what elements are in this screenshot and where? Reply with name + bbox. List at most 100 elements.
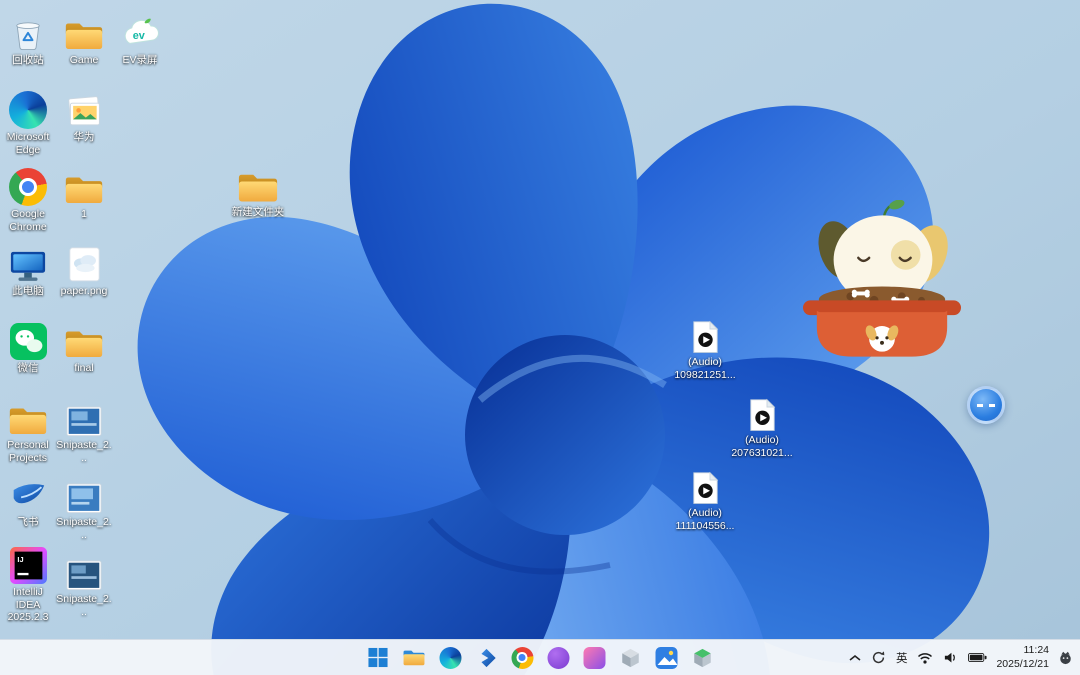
icon-label: Snipaste_2... xyxy=(56,439,112,464)
desktop-icon-snipaste-2[interactable]: Snipaste_2... xyxy=(56,470,112,547)
start-button[interactable] xyxy=(365,644,392,671)
icon-label: (Audio) 109821251... xyxy=(672,356,738,381)
taskbar-file-explorer-button[interactable] xyxy=(401,644,428,671)
folder-icon xyxy=(64,316,104,360)
image-file-icon xyxy=(68,239,101,283)
desktop-icon-this-pc[interactable]: 此电脑 xyxy=(0,239,56,316)
dog-feeding-pet-widget[interactable] xyxy=(803,200,961,379)
recycle-bin-icon xyxy=(10,8,46,52)
wechat-icon xyxy=(10,316,47,360)
folder-icon xyxy=(64,162,104,206)
audio-file-icon xyxy=(692,461,719,505)
battery-icon[interactable] xyxy=(967,652,988,663)
ev-logo-text: ev xyxy=(133,30,146,42)
wifi-icon[interactable] xyxy=(916,651,934,665)
folder-icon xyxy=(8,393,48,437)
desktop-icon-new-folder[interactable]: 新建文件夹 xyxy=(222,160,294,219)
audio-file-icon xyxy=(749,388,776,432)
edge-icon xyxy=(9,85,47,129)
clock-time: 11:24 xyxy=(996,644,1049,658)
icon-label: final xyxy=(74,362,93,375)
windows-logo-icon xyxy=(368,647,389,668)
purple-app-icon xyxy=(547,647,569,669)
icon-label: EV录屏 xyxy=(122,54,157,67)
gradient-app-icon xyxy=(583,647,605,669)
ev-recorder-icon: ev xyxy=(120,8,160,52)
icon-label: IntelliJ IDEA 2025.2.3 xyxy=(0,586,56,624)
green-cube-icon xyxy=(691,647,713,669)
desktop[interactable]: 回收站 Microsoft Edge Google Chrome 此电脑 微信 xyxy=(0,0,1080,675)
taskbar-purple-app-button[interactable] xyxy=(545,644,572,671)
this-pc-icon xyxy=(9,239,47,283)
desktop-icon-game-folder[interactable]: Game xyxy=(56,8,112,85)
desktop-icon-recycle-bin[interactable]: 回收站 xyxy=(0,8,56,85)
icon-label: 此电脑 xyxy=(12,285,44,298)
icon-label: (Audio) 111104556... xyxy=(672,507,738,532)
taskbar-blue-arrow-app-button[interactable] xyxy=(473,644,500,671)
icon-label: Personal Projects xyxy=(0,439,56,464)
icon-label: Snipaste_2... xyxy=(56,593,112,618)
tray-sync-icon[interactable] xyxy=(870,649,887,666)
volume-icon[interactable] xyxy=(942,651,959,664)
desktop-icon-snipaste-1[interactable]: Snipaste_2... xyxy=(56,393,112,470)
desktop-icon-final-folder[interactable]: final xyxy=(56,316,112,393)
system-tray: 英 11:24 2025/12/21 xyxy=(848,640,1074,675)
audio-file-icon xyxy=(692,310,719,354)
chrome-icon xyxy=(511,647,533,669)
ime-indicator[interactable]: 英 xyxy=(895,649,909,667)
desktop-icon-google-chrome[interactable]: Google Chrome xyxy=(0,162,56,239)
desktop-icon-microsoft-edge[interactable]: Microsoft Edge xyxy=(0,85,56,162)
icon-label: paper.png xyxy=(61,285,108,298)
icon-label: 微信 xyxy=(18,362,39,375)
taskbar-gray-cube-app-button[interactable] xyxy=(617,644,644,671)
taskbar-green-cube-app-button[interactable] xyxy=(689,644,716,671)
photos-app-icon xyxy=(655,647,677,669)
folder-icon xyxy=(64,8,104,52)
icon-label: Microsoft Edge xyxy=(0,131,56,156)
icon-label: (Audio) 207631021... xyxy=(729,434,795,459)
desktop-icon-column-1: 回收站 Microsoft Edge Google Chrome 此电脑 微信 xyxy=(0,8,56,624)
desktop-icon-folder-1[interactable]: 1 xyxy=(56,162,112,239)
desktop-icon-column-2: Game 华为 1 paper.png final xyxy=(56,8,112,624)
desktop-icon-personal-projects[interactable]: Personal Projects xyxy=(0,393,56,470)
gray-cube-icon xyxy=(619,647,641,669)
taskbar-edge-button[interactable] xyxy=(437,644,464,671)
assistant-dashes-icon xyxy=(977,404,995,407)
taskbar-photos-app-button[interactable] xyxy=(653,644,680,671)
taskbar-gradient-app-button[interactable] xyxy=(581,644,608,671)
chrome-icon xyxy=(9,162,47,206)
desktop-icon-ev-recorder[interactable]: ev EV录屏 xyxy=(112,8,168,85)
desktop-icon-intellij-idea[interactable]: IJ IntelliJ IDEA 2025.2.3 xyxy=(0,547,56,624)
icon-label: 新建文件夹 xyxy=(232,206,285,219)
desktop-icon-audio-file-1[interactable]: (Audio) 109821251... xyxy=(669,310,741,381)
desktop-icon-column-3: ev EV录屏 xyxy=(112,8,168,85)
desktop-icon-huawei[interactable]: 华为 xyxy=(56,85,112,162)
folder-icon xyxy=(237,160,279,204)
desktop-icon-audio-file-3[interactable]: (Audio) 111104556... xyxy=(669,461,741,532)
assistant-bubble-button[interactable] xyxy=(967,386,1005,424)
icon-label: Game xyxy=(70,54,99,67)
icon-label: Google Chrome xyxy=(0,208,56,233)
blue-arrow-app-icon xyxy=(475,647,497,669)
taskbar-clock[interactable]: 11:24 2025/12/21 xyxy=(996,644,1049,671)
taskbar-chrome-button[interactable] xyxy=(509,644,536,671)
edge-icon xyxy=(439,647,461,669)
idea-logo-text: IJ xyxy=(17,555,23,564)
desktop-icon-audio-file-2[interactable]: (Audio) 207631021... xyxy=(726,388,798,459)
screenshot-thumb-icon xyxy=(66,470,102,514)
screenshot-thumb-icon xyxy=(66,547,102,591)
desktop-icon-wechat[interactable]: 微信 xyxy=(0,316,56,393)
icon-label: Snipaste_2... xyxy=(56,516,112,541)
tray-pet-app-icon[interactable] xyxy=(1057,649,1074,666)
feishu-icon xyxy=(10,470,47,514)
desktop-icon-snipaste-3[interactable]: Snipaste_2... xyxy=(56,547,112,624)
desktop-icon-paper-png[interactable]: paper.png xyxy=(56,239,112,316)
desktop-icon-feishu[interactable]: 飞书 xyxy=(0,470,56,547)
file-explorer-icon xyxy=(403,648,426,667)
icon-label: 飞书 xyxy=(18,516,39,529)
icon-label: 回收站 xyxy=(12,54,44,67)
screenshot-thumb-icon xyxy=(66,393,102,437)
taskbar: 英 11:24 2025/12/21 xyxy=(0,639,1080,675)
tray-chevron-up-icon[interactable] xyxy=(848,653,862,663)
clock-date: 2025/12/21 xyxy=(996,658,1049,672)
